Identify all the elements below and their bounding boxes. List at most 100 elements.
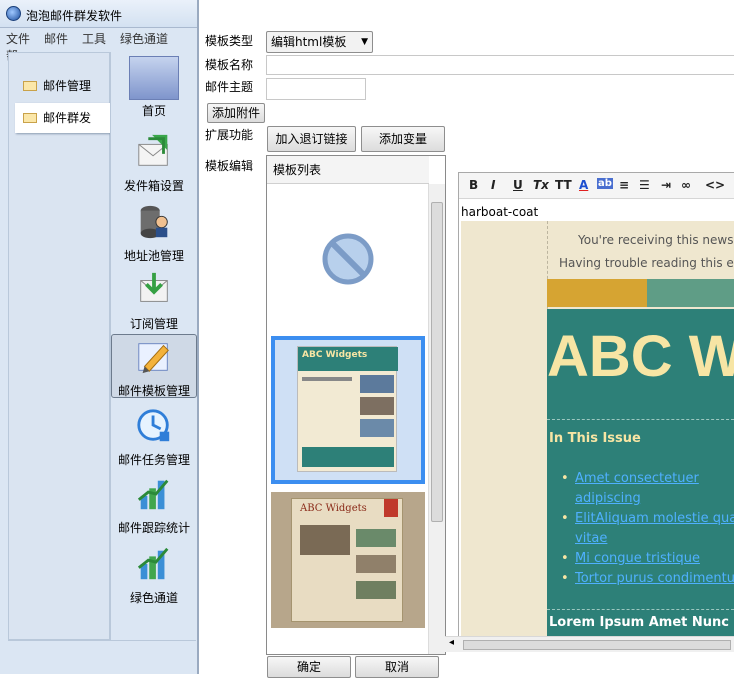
- editor-horizontal-scrollbar[interactable]: ◂: [445, 636, 734, 652]
- chevron-down-icon: ▼: [361, 37, 368, 47]
- italic-button[interactable]: I: [491, 178, 495, 192]
- nav-item-label: 邮件管理: [43, 79, 92, 93]
- scrollbar-thumb[interactable]: [463, 640, 731, 650]
- title-bar: 泡泡邮件群发软件: [0, 0, 200, 28]
- tile-subscription[interactable]: 订阅管理: [111, 268, 197, 334]
- font-color-button[interactable]: A: [579, 178, 588, 192]
- highlight-button[interactable]: ab: [597, 178, 613, 189]
- tile-outbox-settings[interactable]: 发件箱设置: [111, 130, 197, 196]
- main-window: 泡泡邮件群发软件 文件邮件工具绿色通道帮 邮件管理 邮件群发 首页 发件: [0, 0, 200, 674]
- add-attachment-button[interactable]: 添加附件: [207, 103, 265, 123]
- envelope-icon: [23, 81, 37, 91]
- nav-item-mass-mail[interactable]: 邮件群发: [15, 103, 111, 133]
- bold-button[interactable]: B: [469, 178, 478, 192]
- tile-label: 邮件跟踪统计: [117, 521, 190, 535]
- template-type-label: 模板类型: [205, 34, 254, 48]
- html-editor[interactable]: B I U Tx TT A ab ≡ ☰ ⇥ ∞ <> harboat-coat…: [458, 172, 734, 642]
- scroll-left-icon[interactable]: ◂: [449, 637, 454, 648]
- thumb-title: ABC Widgets: [300, 503, 367, 514]
- feature-tiles: 首页 发件箱设置 地址池管理 订阅管理 邮件模板管理 邮件任务管理 邮件跟踪统计…: [110, 52, 197, 640]
- email-notice-line-1: You're receiving this newslet: [578, 233, 734, 247]
- tile-label: 订阅管理: [129, 317, 178, 331]
- add-unsubscribe-button[interactable]: 加入退订链接: [267, 126, 356, 152]
- menu-tools[interactable]: 工具: [82, 32, 106, 46]
- scrollbar-thumb[interactable]: [431, 202, 443, 522]
- tile-label: 首页: [141, 104, 166, 118]
- email-body: ABC W In This Issue • Amet consectetuer a…: [547, 309, 734, 641]
- menu-green-channel[interactable]: 绿色通道: [120, 32, 168, 46]
- font-size-button[interactable]: TT: [555, 178, 572, 192]
- template-type-select[interactable]: 编辑html模板 ▼: [266, 31, 373, 53]
- tile-label: 地址池管理: [123, 249, 184, 263]
- template-editor-dialog: 模板类型 编辑html模板 ▼ 模板名称 邮件主题 添加附件 扩展功能 加入退订…: [197, 0, 734, 678]
- task-icon: [137, 409, 170, 442]
- editor-filename: harboat-coat: [461, 205, 539, 219]
- template-edit-label: 模板编辑: [205, 159, 254, 173]
- issue-link[interactable]: vitae: [575, 529, 734, 549]
- thumb-photo: [356, 555, 396, 573]
- cancel-button[interactable]: 取消: [355, 656, 439, 678]
- thumb-photo: [356, 581, 396, 599]
- app-title: 泡泡邮件群发软件: [26, 9, 123, 23]
- issue-link[interactable]: • ElitAliquam molestie qua: [561, 509, 734, 529]
- menu-file[interactable]: 文件: [6, 32, 30, 46]
- source-code-button[interactable]: <>: [705, 178, 725, 192]
- email-preview: You're receiving this newslet Having tro…: [461, 221, 734, 641]
- issue-link[interactable]: • Mi congue tristique: [561, 549, 734, 569]
- template-list-header: 模板列表: [267, 156, 429, 184]
- left-nav: 邮件管理 邮件群发: [8, 52, 111, 640]
- template-thumb-teal[interactable]: ABC Widgets: [271, 336, 425, 484]
- issue-link[interactable]: • Amet consectetuer: [561, 469, 734, 489]
- thumb-ribbon: [384, 499, 398, 517]
- tile-tracking-stats[interactable]: 邮件跟踪统计: [111, 472, 197, 538]
- template-name-label: 模板名称: [205, 58, 254, 72]
- underline-button[interactable]: U: [513, 178, 523, 192]
- tile-template-management[interactable]: 邮件模板管理: [111, 334, 197, 398]
- template-list: 模板列表 ABC Widgets ABC Widgets: [266, 155, 446, 655]
- menu-bar: 文件邮件工具绿色通道帮: [6, 30, 196, 63]
- editor-toolbar: B I U Tx TT A ab ≡ ☰ ⇥ ∞ <>: [459, 173, 734, 199]
- extensions-label: 扩展功能: [205, 128, 254, 142]
- subscription-icon: [140, 272, 168, 302]
- email-gold-bar: [547, 279, 647, 307]
- tile-label: 邮件模板管理: [117, 384, 190, 398]
- nav-item-mail-management[interactable]: 邮件管理: [15, 71, 111, 101]
- tile-task-management[interactable]: 邮件任务管理: [111, 404, 197, 470]
- thumb-banner: ABC Widgets: [298, 347, 398, 371]
- tile-label: 发件箱设置: [123, 179, 184, 193]
- subject-input[interactable]: [266, 78, 366, 100]
- thumb-photo: [300, 525, 350, 555]
- issue-link[interactable]: • Tortor purus condimentum: [561, 569, 734, 589]
- app-logo-icon: [6, 6, 21, 21]
- add-variable-button[interactable]: 添加变量: [361, 126, 445, 152]
- outbox-icon: [138, 134, 168, 166]
- issue-title: In This Issue: [549, 431, 641, 446]
- issue-link[interactable]: adipiscing: [575, 489, 734, 509]
- link-icon[interactable]: ∞: [681, 178, 691, 192]
- subject-label: 邮件主题: [205, 80, 254, 94]
- clear-format-button[interactable]: Tx: [533, 178, 549, 192]
- footer-heading: Lorem Ipsum Amet Nunc Rh: [549, 615, 734, 630]
- tile-green-channel[interactable]: 绿色通道: [111, 542, 197, 608]
- menu-mail[interactable]: 邮件: [44, 32, 68, 46]
- template-icon: [138, 343, 169, 374]
- thumb-page: ABC Widgets: [291, 498, 403, 622]
- status-bar: [8, 640, 196, 662]
- tile-address-pool[interactable]: 地址池管理: [111, 200, 197, 266]
- email-banner-title: ABC W: [547, 324, 734, 389]
- issue-links: • Amet consectetuer adipiscing • ElitAliqu…: [561, 469, 734, 589]
- list-icon[interactable]: ☰: [639, 178, 650, 192]
- template-name-input[interactable]: [266, 55, 734, 75]
- ok-button[interactable]: 确定: [267, 656, 351, 678]
- align-left-icon[interactable]: ≡: [619, 178, 629, 192]
- address-pool-icon: [140, 205, 168, 239]
- envelope-icon: [23, 113, 37, 123]
- tile-home[interactable]: 首页: [111, 54, 197, 120]
- template-thumb-vintage[interactable]: ABC Widgets: [271, 492, 425, 628]
- email-green-bar: [647, 279, 734, 307]
- indent-icon[interactable]: ⇥: [661, 178, 671, 192]
- template-blank[interactable]: [271, 188, 425, 328]
- home-icon: [129, 56, 179, 100]
- template-type-value: 编辑html模板: [271, 35, 347, 49]
- template-list-scrollbar[interactable]: [428, 184, 445, 654]
